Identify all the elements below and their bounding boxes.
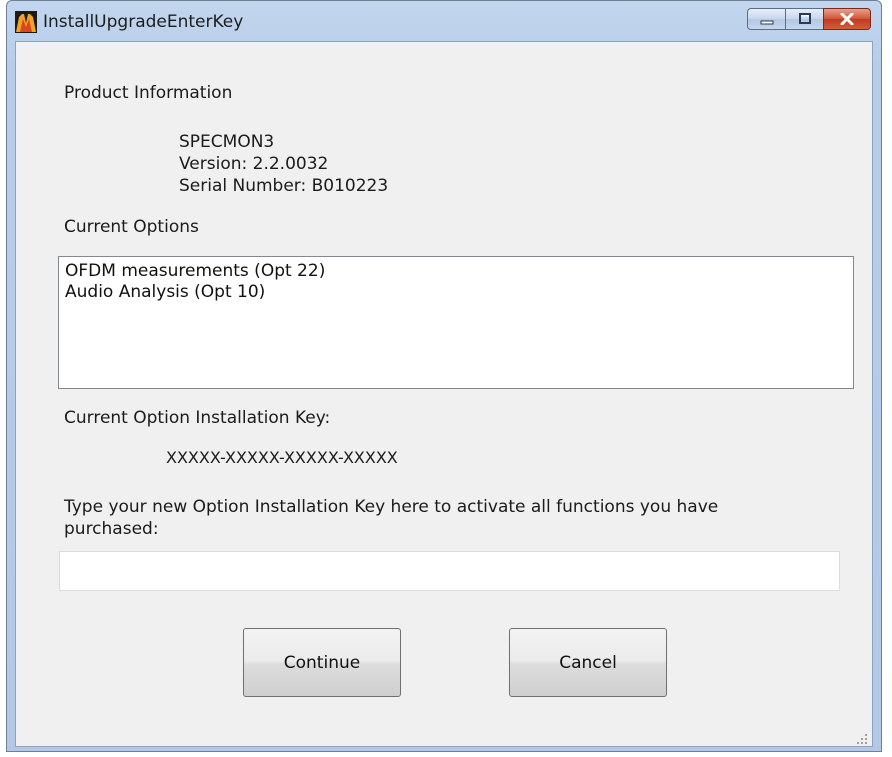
close-icon bbox=[840, 10, 854, 29]
title-bar[interactable]: InstallUpgradeEnterKey bbox=[7, 1, 881, 41]
minimize-button[interactable] bbox=[747, 8, 785, 30]
caption-buttons bbox=[747, 8, 871, 30]
resize-grip-icon[interactable] bbox=[856, 730, 868, 744]
window-title: InstallUpgradeEnterKey bbox=[43, 12, 244, 32]
product-info-heading: Product Information bbox=[64, 83, 233, 103]
app-logo-icon bbox=[15, 11, 37, 33]
installation-key-heading: Current Option Installation Key: bbox=[64, 408, 331, 428]
continue-button[interactable]: Continue bbox=[243, 628, 401, 697]
product-serial: Serial Number: B010223 bbox=[179, 176, 389, 196]
maximize-button[interactable] bbox=[785, 8, 823, 30]
dialog-window: InstallUpgradeEnterKey Product Informati… bbox=[6, 0, 882, 752]
maximize-icon bbox=[798, 10, 812, 29]
product-name: SPECMON3 bbox=[179, 132, 275, 152]
minimize-icon bbox=[760, 10, 774, 29]
list-item[interactable]: OFDM measurements (Opt 22) bbox=[65, 261, 847, 282]
new-key-prompt-line1: Type your new Option Installation Key he… bbox=[64, 497, 719, 517]
list-item[interactable]: Audio Analysis (Opt 10) bbox=[65, 282, 847, 303]
current-options-list[interactable]: OFDM measurements (Opt 22) Audio Analysi… bbox=[58, 256, 854, 389]
cancel-button[interactable]: Cancel bbox=[509, 628, 667, 697]
dialog-body: Product Information SPECMON3 Version: 2.… bbox=[15, 41, 873, 747]
installation-key-value: XXXXX-XXXXX-XXXXX-XXXXX bbox=[166, 448, 398, 467]
product-version: Version: 2.2.0032 bbox=[179, 154, 329, 174]
new-key-input[interactable] bbox=[59, 551, 840, 591]
new-key-prompt-line2: purchased: bbox=[64, 519, 159, 539]
current-options-heading: Current Options bbox=[64, 217, 199, 237]
close-button[interactable] bbox=[823, 8, 871, 30]
